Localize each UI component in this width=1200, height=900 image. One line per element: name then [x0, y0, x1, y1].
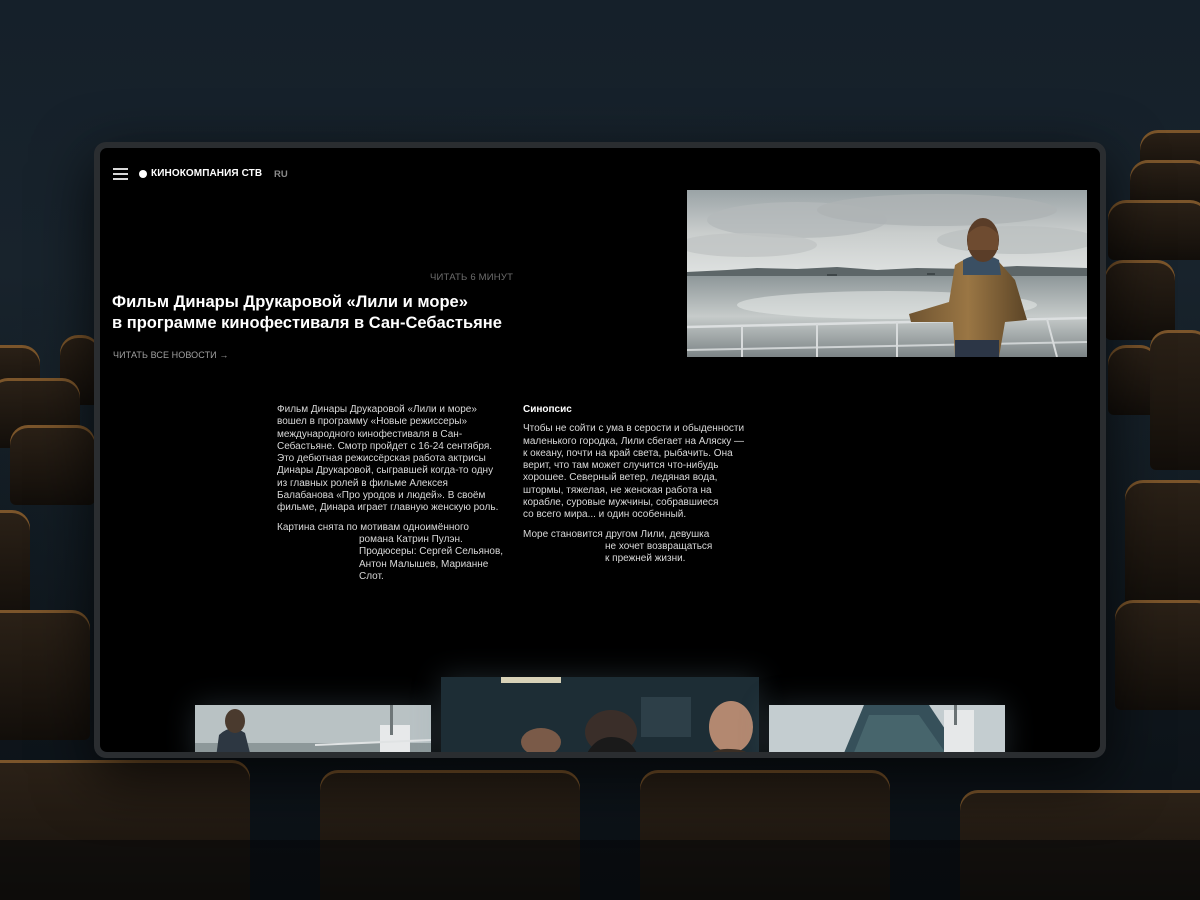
read-time: ЧИТАТЬ 6 МИНУТ — [430, 272, 514, 283]
synopsis-paragraph: Море становится другом Лили, девушка — [523, 528, 710, 540]
brand-logo[interactable]: КИНОКОМПАНИЯ СТВ — [139, 168, 262, 179]
synopsis-column: Синопсис Чтобы не сойти с ума в серости … — [523, 404, 768, 566]
film-still-card[interactable] — [769, 705, 1005, 752]
cinema-seat — [0, 610, 90, 740]
article-title-line: в программе кинофестиваля в Сан-Себастья… — [112, 314, 502, 332]
logo-dot-icon — [139, 169, 147, 178]
website-screen: КИНОКОМПАНИЯ СТВ RU ЧИТАТЬ 6 МИНУТ Фильм… — [100, 148, 1100, 752]
film-still-card[interactable] — [195, 705, 431, 752]
cinema-seat — [1105, 260, 1175, 340]
film-still-card[interactable] — [441, 677, 759, 752]
fishing-net-image — [769, 705, 1005, 752]
cinema-seat — [10, 425, 95, 505]
menu-icon[interactable] — [113, 168, 128, 180]
article-paragraph-continued: романа Катрин Пулэн. Продюсеры: Сергей С… — [359, 533, 504, 582]
synopsis-paragraph-continued: не хочет возвращаться к прежней жизни. — [605, 540, 713, 565]
ferry-scene-image — [687, 190, 1087, 357]
boat-deck-image — [195, 705, 431, 752]
cinema-seat — [1108, 200, 1200, 260]
floor-shadow — [0, 840, 1200, 900]
article-body-column: Фильм Динары Друкаровой «Лили и море» во… — [277, 404, 517, 583]
article-title: Фильм Динары Друкаровой «Лили и море» в … — [112, 292, 532, 334]
language-switch[interactable]: RU — [274, 169, 288, 180]
cabin-scene-image — [441, 677, 759, 752]
article-title-line: Фильм Динары Друкаровой «Лили и море» — [112, 293, 468, 311]
read-all-news-link[interactable]: ЧИТАТЬ ВСЕ НОВОСТИ → — [113, 350, 228, 360]
article-paragraph: Фильм Динары Друкаровой «Лили и море» во… — [277, 404, 499, 514]
hero-film-still — [687, 190, 1087, 357]
cinema-seat — [1150, 330, 1200, 470]
cinema-seat — [1115, 600, 1200, 710]
monitor-frame: КИНОКОМПАНИЯ СТВ RU ЧИТАТЬ 6 МИНУТ Фильм… — [94, 142, 1106, 758]
cinema-seat — [1125, 480, 1200, 610]
article-paragraph: Картина снята по мотивам одноимённого — [277, 521, 469, 533]
brand-name: КИНОКОМПАНИЯ СТВ — [151, 168, 263, 179]
synopsis-heading: Синопсис — [523, 404, 572, 415]
cinema-seat — [0, 510, 30, 620]
synopsis-paragraph: Чтобы не сойти с ума в серости и обыденн… — [523, 423, 745, 521]
